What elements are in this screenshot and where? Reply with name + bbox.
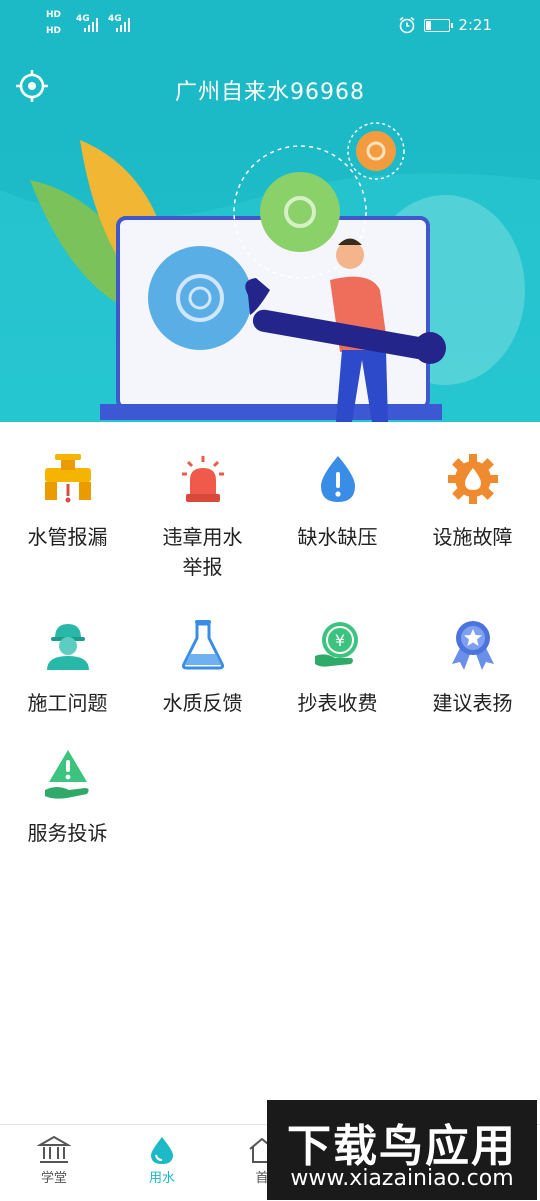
hand-warning-icon — [44, 750, 89, 799]
service-construction[interactable]: 施工问题 — [0, 618, 135, 718]
nav-item-xuetang[interactable]: 学堂 — [14, 1135, 94, 1186]
clock: 2:21 — [458, 16, 492, 34]
service-meter-billing[interactable]: ¥ 抄表收费 — [270, 618, 405, 718]
service-label: 水管报漏 — [27, 525, 108, 549]
service-label: 建议表扬 — [432, 691, 513, 715]
medal-icon — [451, 621, 494, 670]
service-facility-fault[interactable]: 设施故障 — [405, 452, 540, 552]
institution-icon — [37, 1135, 71, 1163]
watermark-logo: 下载鸟应用 www.xiazainiao.com — [267, 1100, 537, 1200]
service-label: 违章用水举报 — [162, 525, 243, 579]
flask-icon — [181, 620, 224, 670]
service-low-pressure[interactable]: 缺水缺压 — [270, 452, 405, 552]
signal-icon — [84, 18, 98, 32]
service-illegal-water-report[interactable]: 违章用水举报 — [135, 452, 270, 582]
status-right: 2:21 — [398, 16, 492, 34]
nav-label: 用水 — [148, 1171, 175, 1186]
water-drop-icon — [151, 1137, 173, 1164]
yuan-meter-icon: ¥ — [314, 622, 358, 667]
leaking-pipe-icon — [44, 454, 91, 503]
battery-icon — [424, 18, 454, 32]
hd-badge-1: HD — [46, 10, 62, 20]
banner-illustration — [0, 120, 540, 422]
service-label: 抄表收费 — [297, 691, 378, 715]
service-label: 缺水缺压 — [297, 525, 378, 549]
gear-drop-icon — [447, 454, 498, 504]
signal-icon-2 — [116, 18, 130, 32]
alarm-light-icon — [181, 456, 224, 502]
app-header: 广州自来水96968 — [0, 54, 540, 124]
page-title: 广州自来水96968 — [175, 80, 365, 105]
service-water-quality[interactable]: 水质反馈 — [135, 618, 270, 718]
nav-label: 学堂 — [40, 1171, 67, 1186]
service-label: 水质反馈 — [162, 691, 243, 715]
worker-icon — [46, 624, 89, 670]
service-label: 设施故障 — [432, 525, 513, 549]
watermark-title: 下载鸟应用 — [287, 1121, 517, 1172]
service-suggestion[interactable]: 建议表扬 — [405, 618, 540, 718]
service-label: 施工问题 — [27, 691, 108, 715]
nav-item-yongshui[interactable]: 用水 — [122, 1135, 202, 1186]
watermark-url: www.xiazainiao.com — [290, 1166, 514, 1191]
service-label: 服务投诉 — [27, 821, 108, 845]
alarm-clock-icon — [399, 16, 415, 34]
service-complaint[interactable]: 服务投诉 — [0, 748, 135, 848]
svg-text:¥: ¥ — [334, 631, 344, 650]
service-leak-report[interactable]: 水管报漏 — [0, 452, 135, 552]
status-bar: HD HD 4G 4G 2:21 — [0, 0, 540, 54]
hd-badge-2: HD — [46, 26, 62, 36]
water-drop-alert-icon — [320, 456, 355, 502]
